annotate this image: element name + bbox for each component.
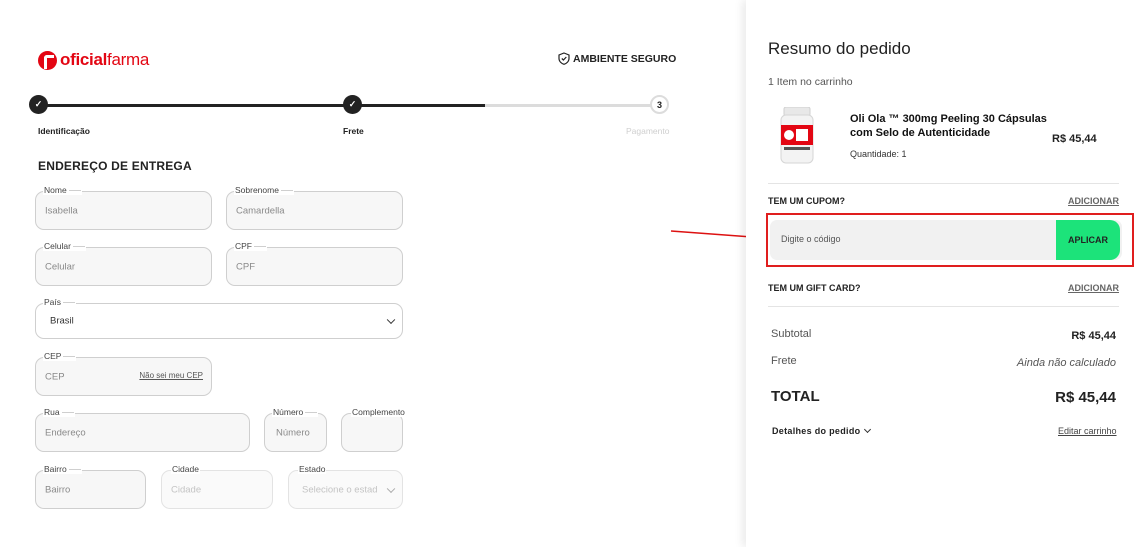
step-1-check-icon[interactable]: ✓ [29, 95, 48, 114]
field-label: País [43, 297, 77, 307]
field-label: Complemento [351, 407, 406, 417]
field-label: Sobrenome [234, 185, 294, 195]
field-placeholder: Cidade [171, 484, 202, 495]
divider [768, 183, 1119, 184]
cidade-field[interactable]: Cidade Cidade [161, 464, 273, 509]
step-label-pagamento: Pagamento [626, 126, 670, 136]
rua-field[interactable]: Rua Endereço [35, 407, 250, 452]
chevron-down-icon [864, 425, 872, 433]
checkout-page: oficialfarma AMBIENTE SEGURO ✓ ✓ 3 Ident… [0, 0, 1145, 547]
order-details-label: Detalhes do pedido [772, 426, 861, 436]
giftcard-add-link[interactable]: ADICIONAR [1068, 283, 1119, 293]
field-label: Celular [43, 241, 86, 251]
field-label: Nome [43, 185, 82, 195]
logo-icon [38, 50, 57, 70]
field-placeholder: CEP [45, 371, 65, 382]
field-placeholder: Selecione o estad [302, 484, 378, 495]
field-value: Brasil [50, 315, 74, 327]
stepper-progress [38, 104, 485, 107]
coupon-placeholder: Digite o código [781, 234, 841, 244]
summary-title: Resumo do pedido [768, 39, 911, 58]
field-value: Camardella [236, 205, 285, 216]
field-label: Rua [43, 407, 75, 417]
step-label-identificacao[interactable]: Identificação [38, 126, 90, 136]
product-price: R$ 45,44 [1052, 133, 1097, 145]
bairro-field[interactable]: Bairro Bairro [35, 464, 146, 509]
numero-field[interactable]: Número Número [264, 407, 327, 452]
field-placeholder: Número [276, 427, 310, 438]
logo-text: oficialfarma [60, 50, 149, 69]
stepper-remaining [485, 104, 660, 107]
step-label-frete[interactable]: Frete [343, 126, 364, 136]
field-label: Cidade [171, 464, 200, 474]
cpf-field[interactable]: CPF CPF [226, 241, 403, 286]
apply-coupon-button[interactable]: APLICAR [1056, 220, 1120, 260]
subtotal-label: Subtotal [771, 328, 812, 340]
secure-label: AMBIENTE SEGURO [573, 52, 677, 65]
coupon-title: TEM UM CUPOM? [768, 196, 845, 206]
product-quantity: Quantidade: 1 [850, 149, 907, 159]
chevron-down-icon [386, 484, 396, 493]
pais-select[interactable]: País Brasil [35, 297, 403, 339]
field-placeholder: Endereço [45, 427, 86, 438]
brand-logo[interactable]: oficialfarma [38, 50, 149, 70]
coupon-highlight-box: Digite o código APLICAR [766, 213, 1134, 267]
field-placeholder: CPF [236, 261, 255, 272]
field-value: Isabella [45, 205, 78, 216]
section-title: ENDEREÇO DE ENTREGA [38, 159, 192, 173]
checkout-stepper: ✓ ✓ 3 [29, 95, 669, 115]
field-label: CEP [43, 351, 77, 361]
celular-field[interactable]: Celular Celular [35, 241, 212, 286]
estado-select[interactable]: Estado Selecione o estad [288, 464, 403, 509]
frete-value: Ainda não calculado [1016, 357, 1116, 369]
chevron-down-icon [386, 315, 396, 325]
field-label: Bairro [43, 464, 82, 474]
field-placeholder: Bairro [45, 484, 71, 495]
coupon-add-link[interactable]: ADICIONAR [1068, 196, 1119, 206]
secure-badge: AMBIENTE SEGURO [558, 52, 676, 65]
product-name[interactable]: Oli Ola ™ 300mg Peeling 30 Cápsulas com … [850, 112, 1055, 140]
total-label: TOTAL [771, 388, 820, 405]
cep-field[interactable]: CEP CEP Não sei meu CEP [35, 351, 212, 396]
step-3-marker: 3 [650, 95, 669, 114]
cep-lookup-link[interactable]: Não sei meu CEP [139, 371, 203, 380]
shield-check-icon [558, 52, 570, 65]
field-label: CPF [234, 241, 267, 251]
edit-cart-link[interactable]: Editar carrinho [1058, 426, 1117, 436]
giftcard-title: TEM UM GIFT CARD? [768, 283, 861, 293]
field-placeholder: Celular [45, 261, 76, 272]
sobrenome-field[interactable]: Sobrenome Camardella [226, 185, 403, 230]
complemento-field[interactable]: Complemento [341, 407, 406, 452]
field-label: Estado [298, 464, 327, 474]
order-details-toggle[interactable]: Detalhes do pedido [772, 425, 872, 436]
order-summary-panel: Resumo do pedido 1 Item no carrinho Oli … [746, 0, 1145, 547]
nome-field[interactable]: Nome Isabella [35, 185, 212, 230]
total-value: R$ 45,44 [1055, 389, 1116, 406]
product-image [780, 107, 814, 164]
step-2-check-icon[interactable]: ✓ [343, 95, 362, 114]
field-label: Número [272, 407, 319, 417]
divider [768, 306, 1119, 307]
frete-label: Frete [771, 355, 797, 367]
cart-count: 1 Item no carrinho [768, 76, 853, 88]
subtotal-value: R$ 45,44 [1071, 330, 1116, 342]
